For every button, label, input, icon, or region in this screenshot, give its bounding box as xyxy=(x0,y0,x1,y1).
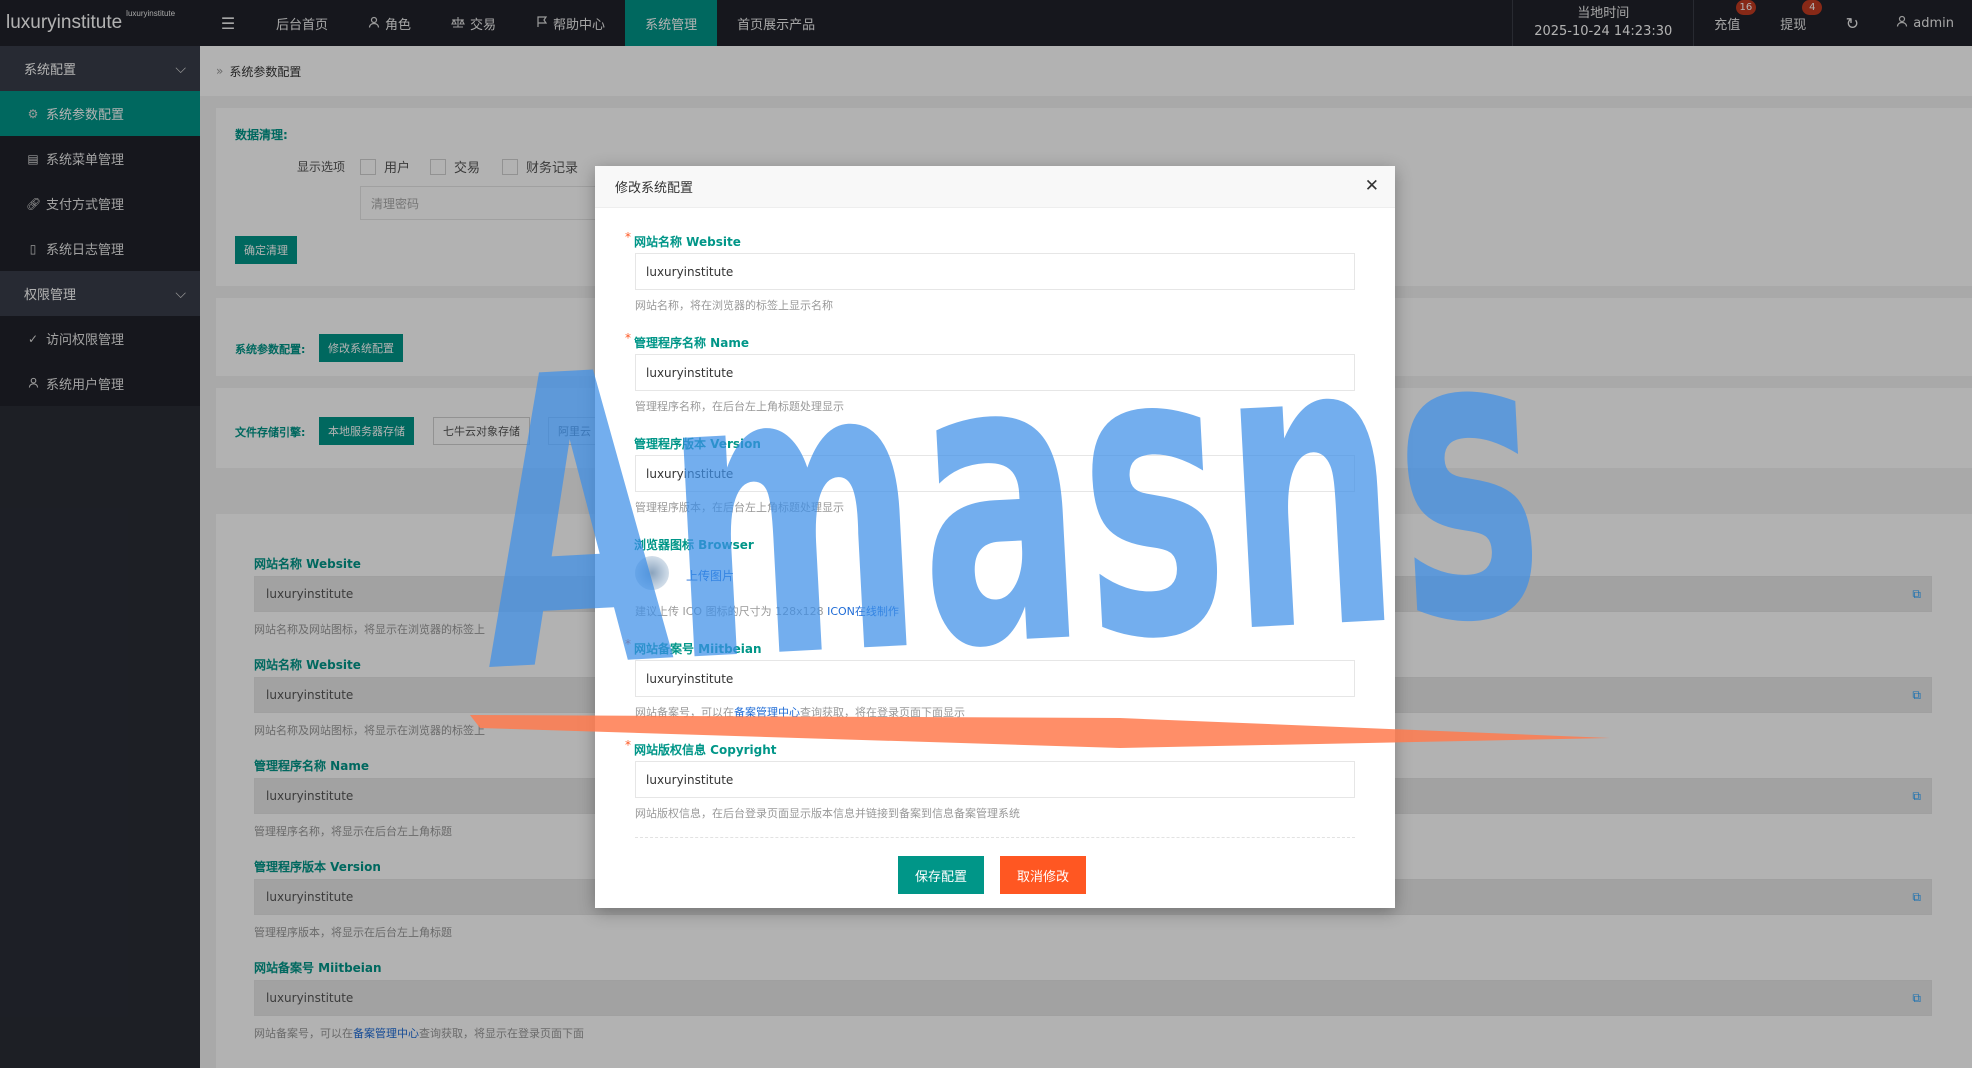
miitbeian-input[interactable]: luxuryinstitute xyxy=(635,660,1355,697)
modal-version-label: 管理程序版本 Version xyxy=(634,437,761,451)
miitbeian-center-link[interactable]: 备案管理中心 xyxy=(734,706,800,719)
program-version-help: 管理程序版本，在后台左上角标题处理显示 xyxy=(635,501,844,514)
required-mark: * xyxy=(625,230,631,244)
close-icon[interactable]: ✕ xyxy=(1365,177,1379,195)
cancel-edit-button[interactable]: 取消修改 xyxy=(1000,856,1087,894)
website-name-input[interactable]: luxuryinstitute xyxy=(635,253,1355,290)
program-version-value: luxuryinstitute xyxy=(646,466,734,481)
required-mark: * xyxy=(625,331,631,345)
required-mark: * xyxy=(625,738,631,752)
website-help: 网站名称，将在浏览器的标签上显示名称 xyxy=(635,299,833,312)
browser-help: 建议上传 ICO 图标的尺寸为 128x128 ICON在线制作 xyxy=(635,605,899,618)
modal-copyright-label: * 网站版权信息 Copyright xyxy=(625,738,777,757)
program-name-value: luxuryinstitute xyxy=(646,365,734,380)
modal-website-label: * 网站名称 Website xyxy=(625,230,741,249)
modal-browser-label: 浏览器图标 Browser xyxy=(634,538,754,552)
save-config-button[interactable]: 保存配置 xyxy=(898,856,985,894)
miitbeian-value: luxuryinstitute xyxy=(646,671,734,686)
copyright-value: luxuryinstitute xyxy=(646,772,734,787)
program-name-input[interactable]: luxuryinstitute xyxy=(635,354,1355,391)
modal-divider xyxy=(635,837,1355,838)
modal-miitbeian-label: * 网站备案号 Miitbeian xyxy=(625,637,762,656)
upload-image-link[interactable]: 上传图片 xyxy=(686,567,734,584)
required-mark: * xyxy=(625,637,631,651)
icon-maker-link[interactable]: ICON在线制作 xyxy=(827,605,899,618)
modal-header: 修改系统配置 xyxy=(595,166,1395,208)
miitbeian-help: 网站备案号，可以在备案管理中心查询获取，将在登录页面下面显示 xyxy=(635,706,965,719)
save-config-label: 保存配置 xyxy=(915,869,968,885)
copyright-help: 网站版权信息，在后台登录页面显示版本信息并链接到备案到信息备案管理系统 xyxy=(635,807,1020,820)
program-name-help: 管理程序名称，在后台左上角标题处理显示 xyxy=(635,400,844,413)
cancel-edit-label: 取消修改 xyxy=(1017,869,1070,885)
edit-config-modal: 修改系统配置 ✕ * 网站名称 Website luxuryinstitute 网… xyxy=(595,166,1395,908)
website-name-value: luxuryinstitute xyxy=(646,264,734,279)
modal-name-label: * 管理程序名称 Name xyxy=(625,331,749,350)
copyright-input[interactable]: luxuryinstitute xyxy=(635,761,1355,798)
modal-title: 修改系统配置 xyxy=(615,181,694,196)
favicon-preview-icon xyxy=(635,556,669,590)
program-version-input[interactable]: luxuryinstitute xyxy=(635,455,1355,492)
